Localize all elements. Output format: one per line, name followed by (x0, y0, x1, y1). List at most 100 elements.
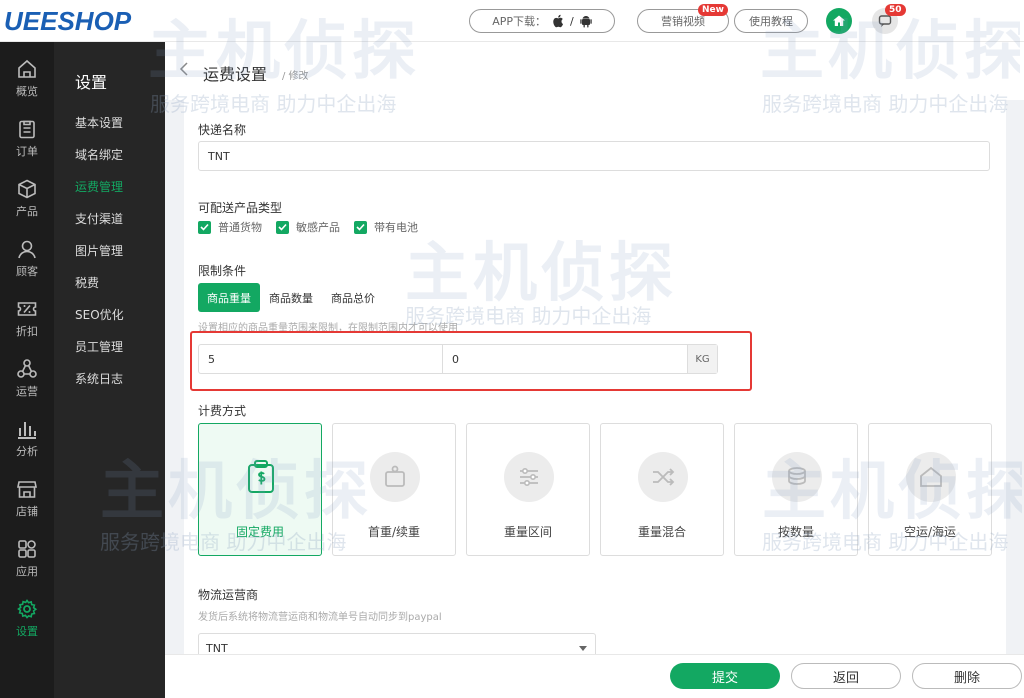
subnav-item-payment[interactable]: 支付渠道 (75, 210, 123, 227)
network-icon (17, 359, 37, 378)
cube-icon (18, 179, 36, 199)
billing-by-quantity[interactable]: 按数量 (734, 423, 858, 556)
nav-overview[interactable]: 概览 (0, 42, 54, 102)
nav-store[interactable]: 店铺 (0, 462, 54, 522)
nav-label: 产品 (16, 205, 38, 218)
billing-air-sea[interactable]: 空运/海运 (868, 423, 992, 556)
app-download-label: APP下载： (492, 15, 547, 28)
nav-label: 折扣 (16, 325, 38, 338)
billing-label: 计费方式 (198, 404, 247, 418)
chevron-down-icon (579, 646, 587, 651)
product-types-label: 可配送产品类型 (198, 201, 283, 215)
checkbox-label: 带有电池 (374, 221, 418, 234)
submit-button[interactable]: 提交 (670, 663, 780, 689)
app-download-pill[interactable]: APP下载： / (469, 9, 615, 33)
method-icon-wrap (772, 452, 822, 502)
method-icon-wrap (236, 452, 286, 502)
nav-customers[interactable]: 顾客 (0, 222, 54, 282)
carrier-select-value: TNT (206, 641, 228, 655)
subnav-item-images[interactable]: 图片管理 (75, 242, 123, 259)
check-icon (200, 223, 209, 231)
discount-icon (17, 302, 37, 316)
method-icon-wrap (504, 452, 554, 502)
nav-operations[interactable]: 运营 (0, 342, 54, 402)
limit-label: 限制条件 (198, 264, 247, 278)
method-icon-wrap (370, 452, 420, 502)
method-label: 空运/海运 (903, 525, 957, 539)
carrier-hint: 发货后系统将物流营运商和物流单号自动同步到paypal (198, 612, 442, 623)
nav-label: 顾客 (16, 265, 38, 278)
subnav-item-basic[interactable]: 基本设置 (75, 114, 123, 131)
nav-apps[interactable]: 应用 (0, 522, 54, 582)
back-arrow-icon[interactable] (179, 62, 189, 76)
logo[interactable]: UEESHOP (4, 6, 131, 37)
tab-quantity[interactable]: 商品数量 (260, 283, 322, 312)
tab-total-price[interactable]: 商品总价 (322, 283, 384, 312)
method-label: 首重/续重 (367, 525, 421, 539)
bar-chart-icon (18, 422, 36, 439)
dollar-clipboard-icon (248, 460, 274, 493)
coins-stack-icon (788, 467, 806, 485)
subnav-item-domain[interactable]: 域名绑定 (75, 146, 123, 163)
method-label: 重量区间 (503, 525, 552, 539)
subnav-title: 设置 (75, 73, 108, 92)
limit-tabs: 商品重量 商品数量 商品总价 (198, 283, 384, 312)
page-subtitle: / 修改 (282, 71, 309, 82)
clipboard-icon (19, 120, 35, 139)
apple-icon[interactable] (552, 14, 564, 28)
method-label: 按数量 (777, 525, 814, 539)
nav-label: 分析 (16, 445, 38, 458)
nav-products[interactable]: 产品 (0, 162, 54, 222)
weight-unit: KG (687, 345, 717, 373)
billing-first-continued[interactable]: 首重/续重 (332, 423, 456, 556)
gear-icon (17, 599, 38, 619)
nav-settings[interactable]: 设置 (0, 582, 54, 642)
home-button[interactable] (826, 8, 852, 34)
billing-weight-range[interactable]: 重量区间 (466, 423, 590, 556)
top-bar: UEESHOP APP下载： / 营销视频 New 使用教程 50 (0, 0, 1024, 42)
checkbox-label: 普通货物 (218, 221, 262, 234)
scale-icon (385, 465, 405, 487)
billing-fixed[interactable]: 固定费用 (198, 423, 322, 556)
nav-analytics[interactable]: 分析 (0, 402, 54, 462)
shipping-form: 快递名称 TNT 可配送产品类型 普通货物 敏感产品 带有电池 限制条件 商品重… (184, 98, 1006, 663)
main-content: 运费设置 / 修改 快递名称 TNT 可配送产品类型 普通货物 敏感产品 带有电… (165, 42, 1024, 698)
settings-subnav: 设置 基本设置 域名绑定 运费管理 支付渠道 图片管理 税费 SEO优化 员工管… (54, 42, 165, 698)
checkbox-sensitive[interactable] (276, 220, 289, 234)
courier-name-input[interactable]: TNT (198, 141, 990, 171)
product-types-group: 普通货物 敏感产品 带有电池 (198, 219, 432, 235)
new-badge: New (698, 4, 728, 16)
subnav-item-shipping[interactable]: 运费管理 (75, 178, 123, 195)
nav-discounts[interactable]: 折扣 (0, 282, 54, 342)
subnav-item-seo[interactable]: SEO优化 (75, 306, 124, 323)
subnav-item-tax[interactable]: 税费 (75, 274, 99, 291)
weight-max-input[interactable]: 0 (443, 345, 687, 373)
method-label: 重量混合 (637, 525, 686, 539)
sliders-icon (520, 468, 538, 486)
method-icon-wrap (638, 452, 688, 502)
delete-button[interactable]: 删除 (912, 663, 1022, 689)
nav-orders[interactable]: 订单 (0, 102, 54, 162)
nav-label: 概览 (16, 85, 38, 98)
weight-min-input[interactable]: 5 (199, 345, 443, 373)
nav-label: 订单 (16, 145, 38, 158)
home-icon (833, 15, 845, 26)
checkbox-general[interactable] (198, 220, 211, 234)
subnav-item-staff[interactable]: 员工管理 (75, 338, 123, 355)
android-icon[interactable] (580, 15, 592, 28)
billing-weight-mixed[interactable]: 重量混合 (600, 423, 724, 556)
nav-label: 应用 (16, 565, 38, 578)
check-icon (278, 223, 287, 231)
message-count-badge: 50 (885, 4, 906, 16)
check-icon (356, 223, 365, 231)
method-icon-wrap (906, 452, 956, 502)
page-title: 运费设置 (203, 65, 268, 84)
back-button[interactable]: 返回 (791, 663, 901, 689)
checkbox-battery[interactable] (354, 220, 367, 234)
tutorial-button[interactable]: 使用教程 (734, 9, 808, 33)
app-separator: / (570, 14, 574, 28)
subnav-item-logs[interactable]: 系统日志 (75, 370, 123, 387)
chat-icon (878, 15, 892, 27)
apps-icon (18, 540, 36, 558)
tab-weight[interactable]: 商品重量 (198, 283, 260, 312)
